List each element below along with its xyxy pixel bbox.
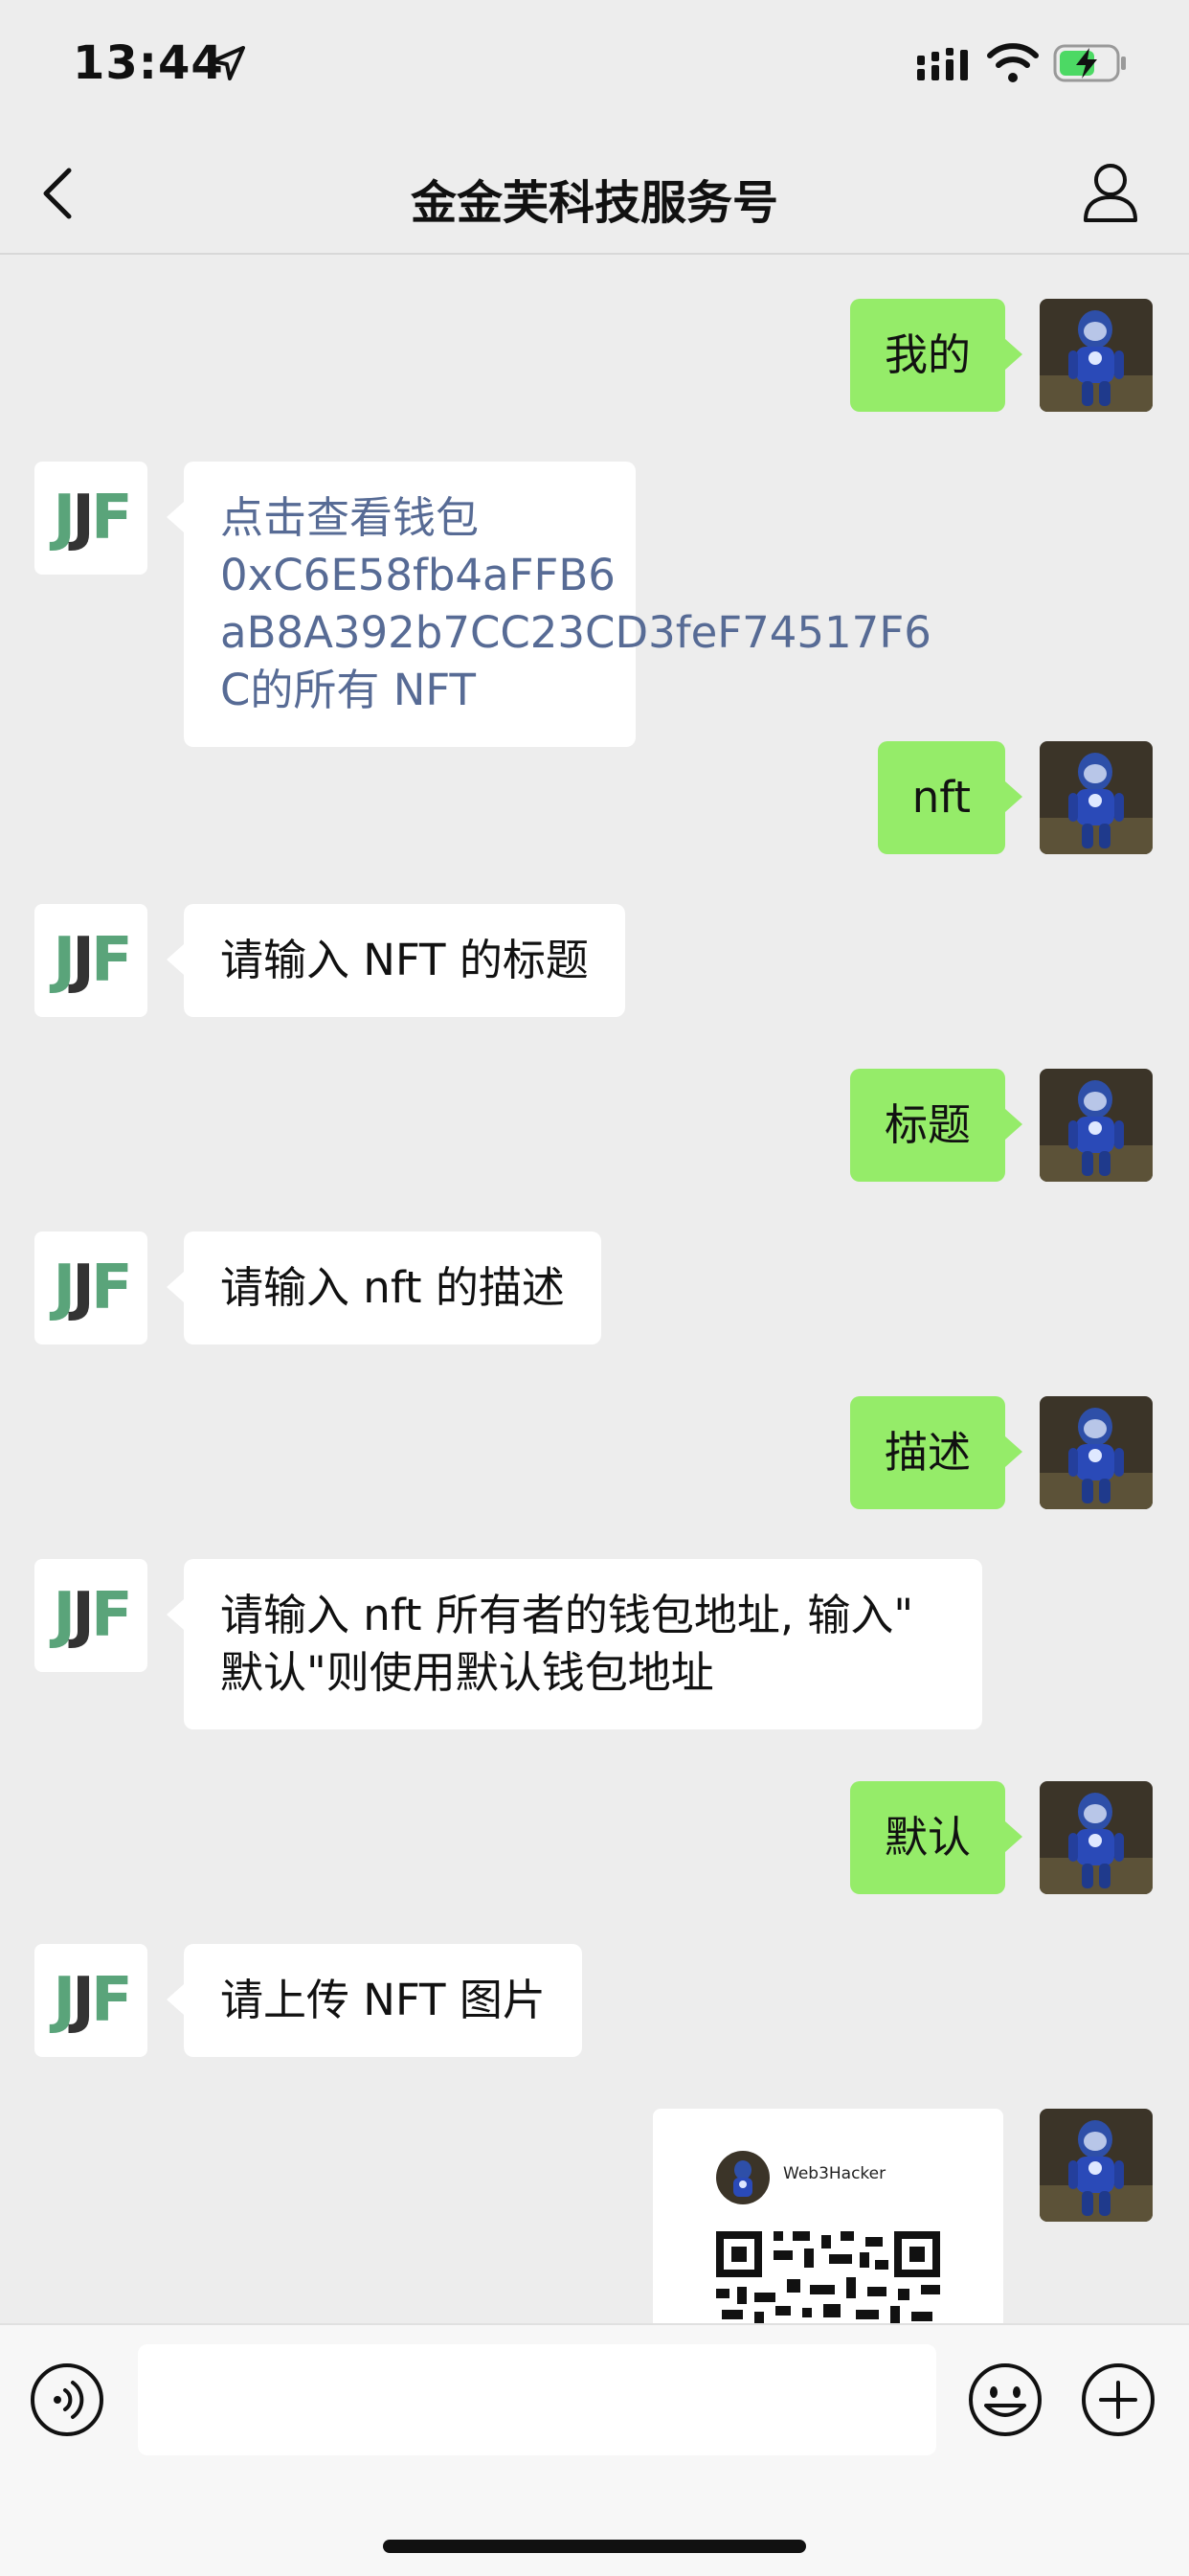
bot-message-bubble[interactable]: 请输入 nft 的描述: [167, 1232, 601, 1344]
robot-figure-avatar-image: [1040, 1396, 1153, 1509]
wifi-icon: [987, 43, 1039, 82]
card-username: Web3Hacker: [783, 2164, 886, 2183]
my-avatar[interactable]: [1040, 1069, 1153, 1182]
bot-message-wallet-link[interactable]: 点击查看钱包 0xC6E58fb4aFFB6 aB8A392b7CC23CD3f…: [167, 462, 931, 747]
profile-person-icon[interactable]: [1082, 161, 1139, 224]
my-message-bubble[interactable]: 默认: [849, 1781, 1023, 1894]
wallet-link-line-2[interactable]: aB8A392b7CC23CD3feF74517F6: [220, 604, 931, 662]
my-avatar[interactable]: [1040, 1781, 1153, 1894]
my-message-bubble[interactable]: nft: [877, 741, 1023, 854]
bot-message-bubble[interactable]: 请输入 nft 所有者的钱包地址, 输入" 默认"则使用默认钱包地址: [167, 1559, 982, 1729]
bot-avatar-jjf-logo[interactable]: JJF: [34, 1944, 147, 2057]
my-message-bubble[interactable]: 描述: [849, 1396, 1023, 1509]
qr-code-image: [716, 2231, 940, 2323]
add-more-plus-icon[interactable]: [1080, 2361, 1156, 2438]
message-list[interactable]: 我的 JJF 点击查看钱包 0xC6E58fb4aFFB6 aB8A392b7C…: [0, 255, 1189, 2323]
home-indicator[interactable]: [383, 2540, 806, 2553]
emoji-face-icon[interactable]: [967, 2361, 1043, 2438]
location-arrow-icon: [211, 46, 245, 80]
my-avatar[interactable]: [1040, 299, 1153, 412]
voice-input-icon[interactable]: [29, 2361, 105, 2438]
robot-figure-avatar-image: [1040, 1781, 1153, 1894]
my-avatar[interactable]: [1040, 741, 1153, 854]
my-avatar[interactable]: [1040, 2109, 1153, 2222]
wallet-link-line-3[interactable]: C的所有 NFT: [220, 662, 599, 719]
robot-figure-avatar-image: [1040, 741, 1153, 854]
robot-figure-avatar-image: [1040, 2109, 1153, 2222]
bot-message-bubble[interactable]: 请上传 NFT 图片: [167, 1944, 582, 2057]
chat-title: 金金芙科技服务号: [410, 176, 778, 230]
cellular-signal-icon: [917, 48, 968, 80]
wallet-link-line-1[interactable]: 点击查看钱包 0xC6E58fb4aFFB6: [220, 489, 616, 604]
status-bar: 13:44: [0, 0, 1189, 134]
bot-avatar-jjf-logo[interactable]: JJF: [34, 1559, 147, 1672]
status-time: 13:44: [73, 36, 224, 90]
card-avatar-image: [716, 2151, 770, 2204]
image-message-qr-card[interactable]: Web3Hacker: [653, 2109, 1003, 2323]
chat-header: 金金芙科技服务号: [0, 134, 1189, 255]
my-message-bubble[interactable]: 标题: [849, 1069, 1023, 1182]
bot-message-bubble[interactable]: 请输入 NFT 的标题: [167, 904, 625, 1017]
battery-charging-icon: [1053, 44, 1126, 82]
robot-figure-avatar-image: [1040, 1069, 1153, 1182]
my-message-bubble[interactable]: 我的: [849, 299, 1023, 412]
bot-avatar-jjf-logo[interactable]: JJF: [34, 904, 147, 1017]
message-line: 请输入 nft 所有者的钱包地址, 输入": [220, 1590, 914, 1640]
input-toolbar: [0, 2323, 1189, 2576]
my-avatar[interactable]: [1040, 1396, 1153, 1509]
message-line: 默认"则使用默认钱包地址: [220, 1647, 714, 1698]
bot-avatar-jjf-logo[interactable]: JJF: [34, 462, 147, 575]
message-input[interactable]: [138, 2344, 936, 2455]
bot-avatar-jjf-logo[interactable]: JJF: [34, 1232, 147, 1344]
robot-figure-avatar-image: [1040, 299, 1153, 412]
